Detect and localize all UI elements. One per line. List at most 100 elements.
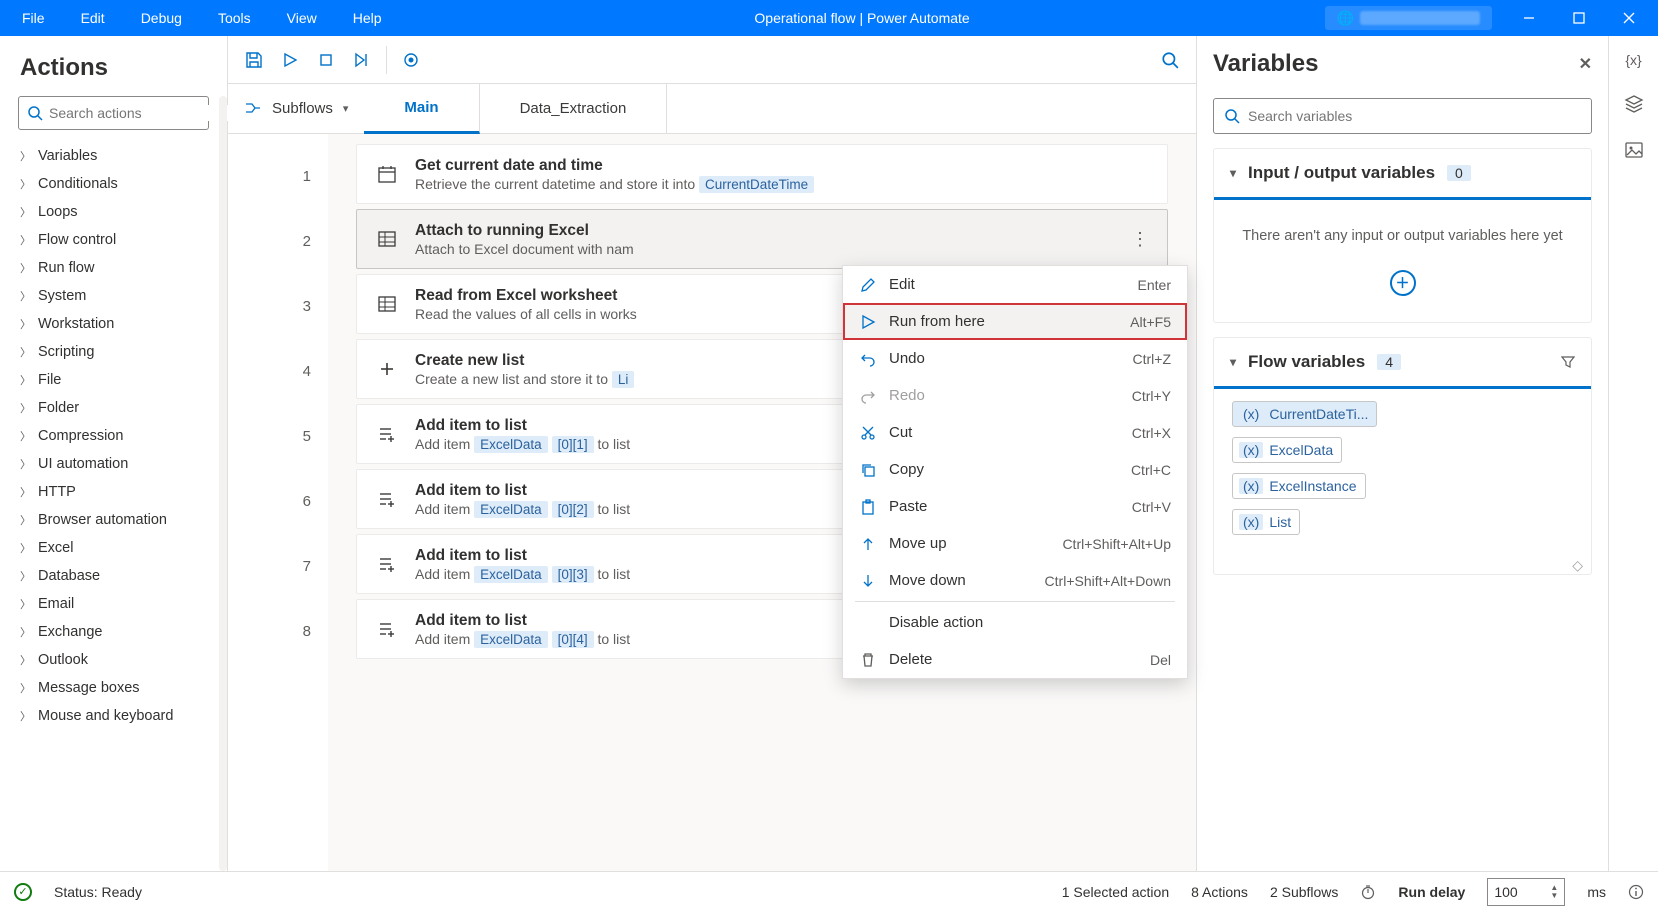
variable-token[interactable]: ExcelData [474, 566, 548, 583]
variables-title: Variables [1213, 50, 1318, 78]
action-category[interactable]: 〉Message boxes [10, 674, 217, 702]
context-menu-item[interactable]: DeleteDel [843, 641, 1187, 678]
context-menu-item[interactable]: PasteCtrl+V [843, 488, 1187, 525]
designer-canvas: Subflows ▾ Main Data_Extraction 12345678… [228, 36, 1196, 871]
variable-token[interactable]: ExcelData [474, 501, 548, 518]
action-category[interactable]: 〉Conditionals [10, 170, 217, 198]
record-button[interactable] [393, 42, 429, 78]
action-category[interactable]: 〉Workstation [10, 310, 217, 338]
stop-button[interactable] [308, 42, 344, 78]
menu-file[interactable]: File [4, 0, 63, 36]
tab-main[interactable]: Main [364, 84, 479, 134]
action-category[interactable]: 〉 Outlook [10, 646, 217, 674]
action-category-label: Folder [38, 400, 79, 416]
context-menu-item[interactable]: EditEnter [843, 266, 1187, 303]
action-category[interactable]: 〉Variables [10, 142, 217, 170]
menu-debug[interactable]: Debug [123, 0, 200, 36]
actions-search-input[interactable] [49, 105, 230, 121]
variable-chip[interactable]: (x)ExcelInstance [1232, 473, 1366, 499]
tab-data-extraction[interactable]: Data_Extraction [480, 84, 668, 133]
flow-variables-header[interactable]: ▾ Flow variables 4 [1214, 338, 1591, 389]
action-category[interactable]: 〉Compression [10, 422, 217, 450]
close-button[interactable] [1604, 0, 1654, 36]
chevron-right-icon: 〉 [20, 652, 30, 668]
variable-token[interactable]: CurrentDateTime [699, 176, 814, 193]
images-rail-icon[interactable] [1624, 140, 1644, 160]
filter-icon[interactable] [1561, 355, 1575, 369]
context-menu-item[interactable]: Run from hereAlt+F5 [843, 303, 1187, 340]
clear-variables-button[interactable]: ◇ [1214, 551, 1591, 574]
right-rail: {x} [1608, 36, 1658, 871]
context-menu-item[interactable]: UndoCtrl+Z [843, 340, 1187, 377]
action-title: Add item to list [415, 612, 630, 630]
minimize-button[interactable] [1504, 0, 1554, 36]
menu-help[interactable]: Help [335, 0, 400, 36]
menu-view[interactable]: View [269, 0, 335, 36]
action-category-label: Outlook [38, 652, 88, 668]
variables-search-input[interactable] [1248, 108, 1581, 124]
environment-name-blurred [1360, 11, 1480, 25]
info-icon[interactable] [1628, 884, 1644, 900]
context-menu-label: Paste [889, 498, 927, 515]
context-menu-label: Edit [889, 276, 915, 293]
context-menu-item[interactable]: Move downCtrl+Shift+Alt+Down [843, 562, 1187, 599]
variable-chip[interactable]: (x)ExcelData [1232, 437, 1342, 463]
run-button[interactable] [272, 42, 308, 78]
action-category[interactable]: 〉HTTP [10, 478, 217, 506]
action-category[interactable]: 〉Flow control [10, 226, 217, 254]
subflows-icon [244, 100, 262, 118]
action-category[interactable]: 〉UI automation [10, 450, 217, 478]
menu-tools[interactable]: Tools [200, 0, 269, 36]
action-more-button[interactable]: ⋮ [1131, 229, 1149, 250]
add-variable-button[interactable]: ＋ [1390, 270, 1416, 296]
variables-panel: Variables ✕ ▾ Input / output variables 0… [1196, 36, 1608, 871]
save-button[interactable] [236, 42, 272, 78]
action-category[interactable]: 〉Database [10, 562, 217, 590]
step-button[interactable] [344, 42, 380, 78]
action-category[interactable]: 〉Email [10, 590, 217, 618]
action-category[interactable]: 〉Scripting [10, 338, 217, 366]
context-menu-item[interactable]: CutCtrl+X [843, 414, 1187, 451]
action-category[interactable]: 〉Browser automation [10, 506, 217, 534]
actions-search[interactable] [18, 96, 209, 130]
action-category[interactable]: 〉Excel [10, 534, 217, 562]
action-category[interactable]: 〉System [10, 282, 217, 310]
action-icon [375, 292, 399, 316]
canvas-search-button[interactable] [1152, 42, 1188, 78]
variable-token[interactable]: ExcelData [474, 436, 548, 453]
close-variables-button[interactable]: ✕ [1579, 54, 1592, 74]
run-delay-input[interactable]: 100 ▲▼ [1487, 878, 1565, 906]
flow-action-card[interactable]: Get current date and timeRetrieve the cu… [356, 144, 1168, 204]
ui-elements-rail-icon[interactable] [1624, 94, 1644, 114]
line-number: 5 [228, 404, 311, 469]
io-variables-header[interactable]: ▾ Input / output variables 0 [1214, 149, 1591, 200]
actions-tree[interactable]: 〉Variables〉Conditionals〉Loops〉Flow contr… [0, 142, 227, 863]
status-actions: 8 Actions [1191, 884, 1248, 900]
action-category[interactable]: 〉Exchange [10, 618, 217, 646]
variable-name: List [1269, 514, 1291, 530]
variable-chip[interactable]: (x)CurrentDateTi... [1232, 401, 1377, 427]
action-category[interactable]: 〉Run flow [10, 254, 217, 282]
action-category[interactable]: 〉File [10, 366, 217, 394]
spinner-icon[interactable]: ▲▼ [1550, 884, 1558, 900]
action-category[interactable]: 〉Folder [10, 394, 217, 422]
variable-token[interactable]: ExcelData [474, 631, 548, 648]
variables-rail-icon[interactable]: {x} [1625, 52, 1641, 68]
action-category[interactable]: 〉Mouse and keyboard [10, 702, 217, 730]
variable-chip[interactable]: (x)List [1232, 509, 1300, 535]
environment-badge[interactable]: 🌐 [1325, 6, 1492, 30]
variables-search[interactable] [1213, 98, 1592, 134]
chevron-right-icon: 〉 [20, 596, 30, 612]
context-menu-shortcut: Ctrl+Shift+Alt+Down [1045, 573, 1171, 589]
maximize-button[interactable] [1554, 0, 1604, 36]
context-menu-item: RedoCtrl+Y [843, 377, 1187, 414]
flow-action-card[interactable]: Attach to running ExcelAttach to Excel d… [356, 209, 1168, 269]
variable-token[interactable]: Li [612, 371, 635, 388]
context-menu-item[interactable]: CopyCtrl+C [843, 451, 1187, 488]
context-menu-item[interactable]: Disable action [843, 604, 1187, 641]
action-category[interactable]: 〉Loops [10, 198, 217, 226]
context-menu-item[interactable]: Move upCtrl+Shift+Alt+Up [843, 525, 1187, 562]
menu-edit[interactable]: Edit [63, 0, 123, 36]
subflows-dropdown[interactable]: Subflows ▾ [228, 84, 364, 133]
scrollbar[interactable] [219, 96, 227, 871]
